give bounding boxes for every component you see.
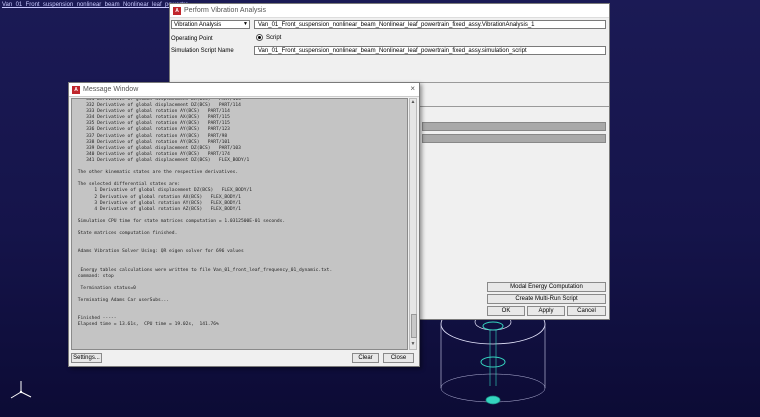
scroll-down-icon[interactable]: ▼ <box>410 341 416 349</box>
message-log[interactable]: 331 Derivative of global displacement DX… <box>71 98 408 350</box>
radio-label: Script <box>266 34 282 41</box>
model-title: Van_01_Front_suspension_nonlinear_beam_N… <box>2 2 194 8</box>
sim-script-row: Simulation Script Name <box>171 45 234 56</box>
cancel-button[interactable]: Cancel <box>567 306 606 316</box>
log-scrollbar[interactable]: ▲ ▼ <box>409 98 417 350</box>
radio-selected-icon <box>256 34 263 41</box>
ok-button[interactable]: OK <box>487 306 525 316</box>
vibration-window-title: Perform Vibration Analysis <box>184 7 266 14</box>
sim-script-field[interactable]: Van_01_Front_suspension_nonlinear_beam_N… <box>254 46 606 55</box>
triad-axes-icon <box>10 381 32 399</box>
message-window: A Message Window × 331 Derivative of glo… <box>68 82 420 367</box>
close-icon[interactable]: × <box>410 84 415 93</box>
options-bar-2[interactable] <box>422 134 606 143</box>
message-titlebar[interactable]: A Message Window × <box>69 83 419 97</box>
analysis-type-dropdown[interactable]: Vibration Analysis ▼ <box>171 20 250 29</box>
multirun-script-button[interactable]: Create Multi-Run Script <box>487 294 606 304</box>
scroll-up-icon[interactable]: ▲ <box>410 99 416 107</box>
adams-logo-icon: A <box>173 6 181 15</box>
sim-script-label: Simulation Script Name <box>171 47 234 54</box>
apply-button[interactable]: Apply <box>527 306 565 316</box>
vibration-titlebar[interactable]: A Perform Vibration Analysis <box>170 4 609 18</box>
analysis-name-field[interactable]: Van_01_Front_suspension_nonlinear_beam_N… <box>254 20 606 29</box>
log-line: Elapsed time = 13.61s, CPU time = 19.02s… <box>75 322 219 328</box>
operating-point-row: Operating Point <box>171 33 213 44</box>
log-line: Energy tables calculations were written … <box>75 267 333 273</box>
scroll-thumb[interactable] <box>411 314 417 338</box>
operating-point-label: Operating Point <box>171 35 213 42</box>
adams-logo-icon: A <box>72 85 80 94</box>
message-window-title: Message Window <box>83 86 139 93</box>
operating-point-script-radio[interactable]: Script <box>256 34 281 41</box>
options-bar-1[interactable] <box>422 122 606 131</box>
message-log-text: 331 Derivative of global displacement DX… <box>75 99 333 329</box>
settings-button[interactable]: Settings... <box>71 353 102 363</box>
modal-energy-button[interactable]: Modal Energy Computation <box>487 282 606 292</box>
analysis-type-value: Vibration Analysis <box>174 21 222 28</box>
clear-button[interactable]: Clear <box>352 353 379 363</box>
close-button[interactable]: Close <box>383 353 414 363</box>
chevron-down-icon: ▼ <box>243 21 248 27</box>
